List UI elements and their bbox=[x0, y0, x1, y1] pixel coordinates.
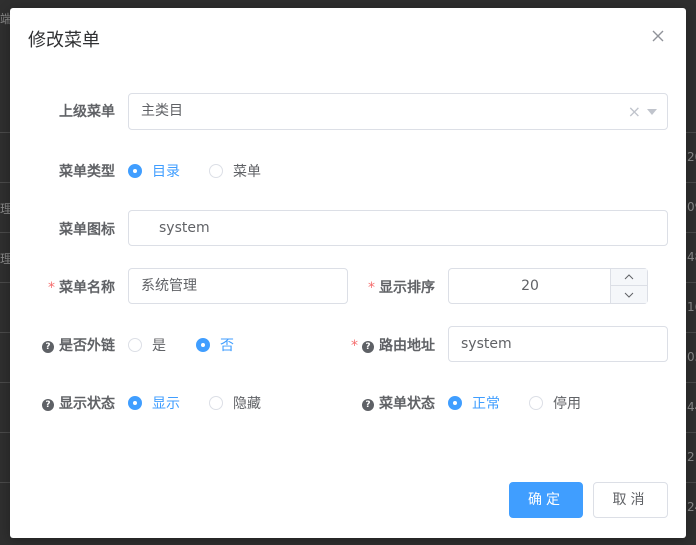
visible-option-show[interactable]: 显示 bbox=[128, 393, 180, 413]
menu-icon-label: 菜单图标 bbox=[59, 222, 115, 238]
radio-circle-icon bbox=[448, 396, 462, 410]
bg-text: 48 bbox=[687, 250, 696, 264]
help-icon[interactable]: ? bbox=[362, 399, 374, 411]
route-path-value: system bbox=[461, 336, 512, 352]
menu-type-label: 菜单类型 bbox=[59, 164, 115, 180]
radio-circle-icon bbox=[209, 164, 223, 178]
radio-circle-icon bbox=[209, 396, 223, 410]
edit-menu-dialog: 修改菜单 上级菜单 主类目 × 菜单类型 目录 菜单 菜单图标 system *… bbox=[10, 8, 686, 538]
menu-name-input[interactable]: 系统管理 bbox=[128, 268, 348, 304]
bg-text: 20 bbox=[687, 150, 696, 164]
bg-text: 05 bbox=[687, 350, 696, 364]
bg-text: 24 bbox=[687, 500, 696, 514]
status-option-normal[interactable]: 正常 bbox=[448, 393, 500, 413]
menu-icon-input[interactable]: system bbox=[128, 210, 668, 246]
cancel-button[interactable]: 取消 bbox=[593, 482, 668, 518]
bg-text: 44 bbox=[687, 400, 696, 414]
increment-icon[interactable] bbox=[611, 269, 647, 286]
clear-icon[interactable]: × bbox=[628, 94, 641, 129]
menu-icon-value: system bbox=[159, 220, 210, 236]
menu-name-value: 系统管理 bbox=[141, 278, 197, 294]
radio-circle-icon bbox=[529, 396, 543, 410]
route-path-input[interactable]: system bbox=[448, 326, 668, 362]
visible-option-hide[interactable]: 隐藏 bbox=[209, 393, 261, 413]
status-option-disabled[interactable]: 停用 bbox=[529, 393, 581, 413]
display-order-value: 20 bbox=[521, 278, 539, 294]
radio-circle-icon bbox=[196, 338, 210, 352]
bg-text: 09 bbox=[687, 200, 696, 214]
decrement-icon[interactable] bbox=[611, 286, 647, 303]
radio-circle-icon bbox=[128, 338, 142, 352]
parent-menu-value: 主类目 bbox=[141, 103, 183, 119]
is-external-option-no[interactable]: 否 bbox=[196, 335, 234, 355]
help-icon[interactable]: ? bbox=[42, 341, 54, 353]
help-icon[interactable]: ? bbox=[362, 341, 374, 353]
chevron-down-icon[interactable] bbox=[647, 108, 657, 115]
is-external-label: ? 是否外链 bbox=[40, 335, 115, 355]
display-order-stepper[interactable]: 20 bbox=[448, 268, 648, 304]
menu-type-option-menu[interactable]: 菜单 bbox=[209, 161, 261, 181]
bg-text: 16 bbox=[687, 300, 696, 314]
close-icon[interactable] bbox=[648, 26, 668, 46]
route-path-label: *? 路由地址 bbox=[351, 338, 435, 354]
visible-label: ? 显示状态 bbox=[40, 393, 115, 413]
menu-type-option-directory[interactable]: 目录 bbox=[128, 161, 180, 181]
parent-menu-select[interactable]: 主类目 × bbox=[128, 93, 668, 130]
menu-status-label: ? 菜单状态 bbox=[350, 393, 435, 413]
bg-text: 21 bbox=[687, 450, 696, 464]
help-icon[interactable]: ? bbox=[42, 399, 54, 411]
parent-menu-label: 上级菜单 bbox=[59, 104, 115, 120]
is-external-option-yes[interactable]: 是 bbox=[128, 335, 166, 355]
radio-circle-icon bbox=[128, 164, 142, 178]
menu-name-label: * 菜单名称 bbox=[48, 280, 115, 296]
display-order-label: * 显示排序 bbox=[368, 280, 435, 296]
dialog-title: 修改菜单 bbox=[28, 30, 100, 51]
radio-circle-icon bbox=[128, 396, 142, 410]
confirm-button[interactable]: 确定 bbox=[509, 482, 583, 518]
